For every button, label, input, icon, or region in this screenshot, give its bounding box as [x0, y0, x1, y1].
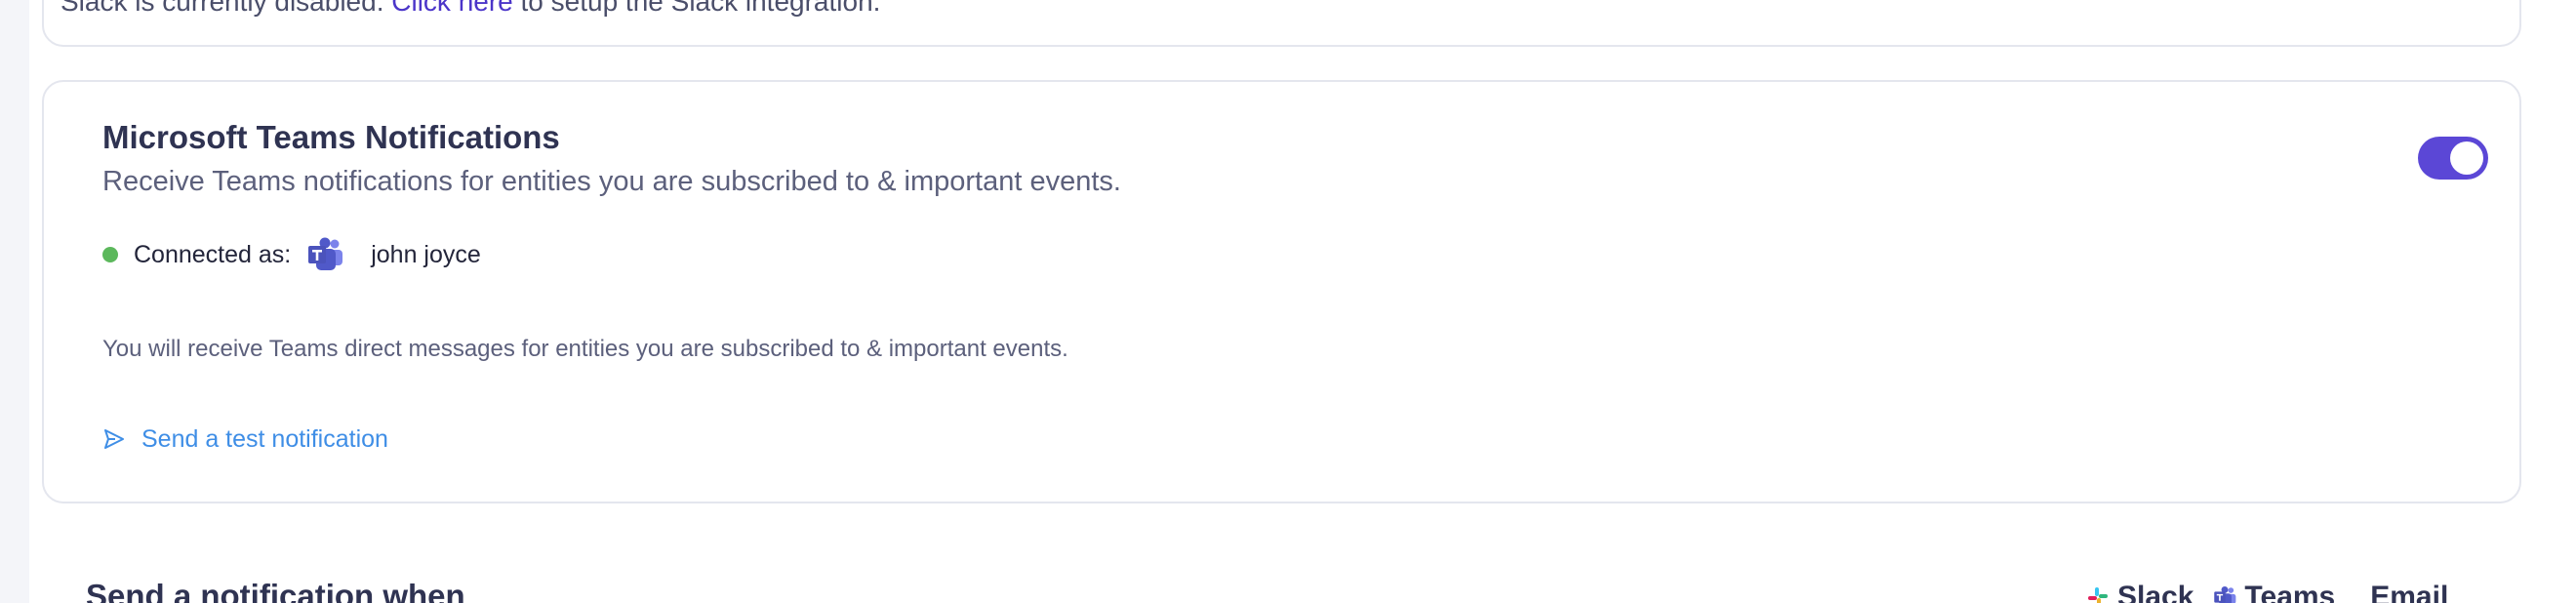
slack-setup-link[interactable]: Click here [391, 0, 512, 17]
slack-column-label: Slack [2117, 581, 2194, 603]
teams-dm-info: You will receive Teams direct messages f… [102, 336, 1068, 362]
teams-card-title: Microsoft Teams Notifications [102, 119, 560, 155]
email-column-label: Email [2370, 581, 2449, 603]
notification-triggers-heading: Send a notification when [86, 578, 465, 603]
connected-user-name: john joyce [371, 240, 481, 268]
status-dot-icon [102, 247, 118, 262]
send-icon [104, 429, 124, 449]
slack-logo-icon [2088, 587, 2108, 603]
slack-column-header: Slack [2086, 581, 2194, 603]
send-test-notification-link[interactable]: Send a test notification [102, 422, 388, 457]
teams-card-subtitle: Receive Teams notifications for entities… [102, 166, 1121, 197]
toggle-knob [2450, 141, 2483, 175]
email-column-header: Email [2370, 581, 2448, 603]
slack-status-text: Slack is currently disabled. Click here … [60, 0, 880, 18]
connected-label: Connected as: [134, 240, 292, 268]
slack-status-prefix: Slack is currently disabled. [60, 0, 392, 17]
channel-column-headers: Slack Teams Email [2086, 578, 2448, 603]
send-test-notification-label: Send a test notification [141, 424, 388, 453]
teams-logo-icon [2214, 585, 2236, 603]
teams-column-header: Teams [2213, 581, 2335, 603]
teams-column-label: Teams [2244, 581, 2336, 603]
connected-status-row: Connected as: john joyce [102, 236, 481, 273]
teams-logo-icon [308, 237, 343, 270]
teams-notifications-toggle[interactable] [2418, 137, 2488, 180]
slack-status-suffix: to setup the Slack integration. [512, 0, 881, 17]
